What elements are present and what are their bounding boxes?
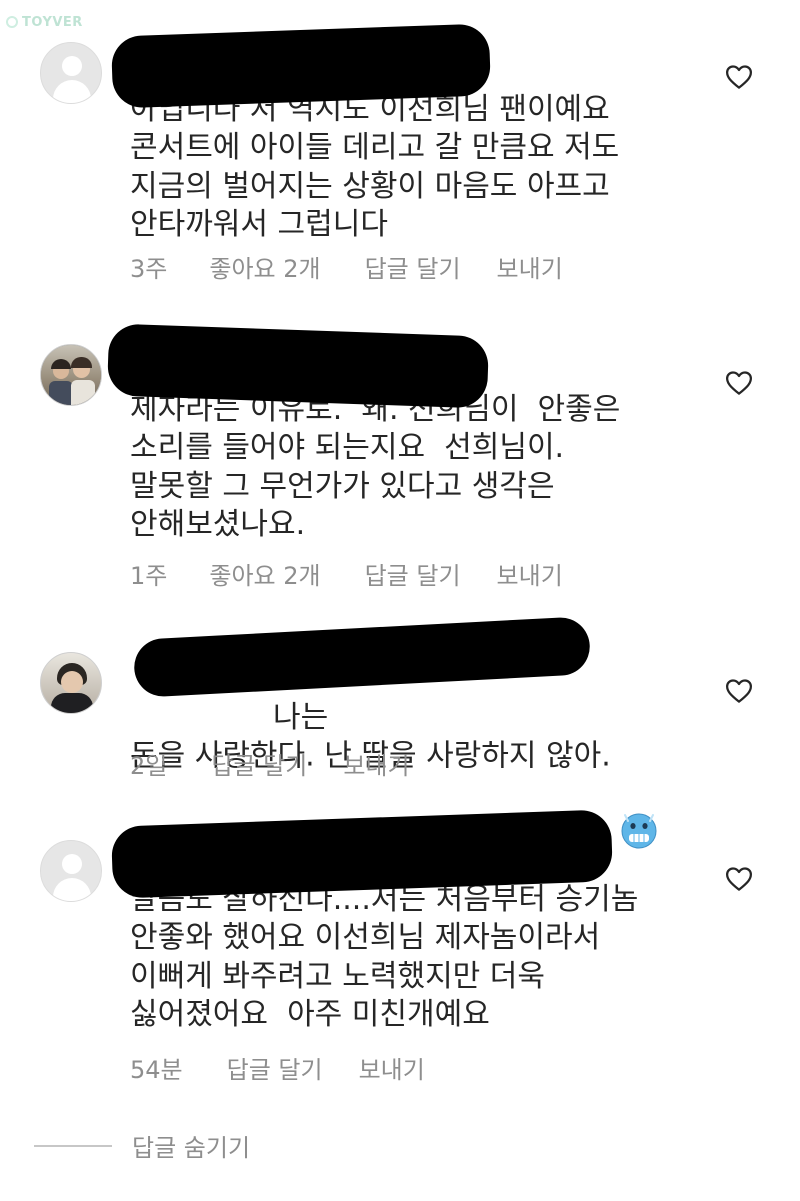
send-button[interactable]: 보내기: [343, 746, 409, 781]
heart-outline-icon[interactable]: [724, 368, 754, 398]
hide-replies-button[interactable]: 답글 숨기기: [132, 1128, 250, 1163]
comment-time: 3주: [130, 254, 168, 283]
user-avatar[interactable]: [40, 652, 102, 714]
send-button[interactable]: 보내기: [497, 556, 563, 591]
reply-button[interactable]: 답글 달기: [365, 249, 461, 284]
heart-outline-icon[interactable]: [724, 864, 754, 894]
logo-icon: [6, 16, 18, 28]
heart-outline-icon[interactable]: [724, 676, 754, 706]
hide-replies-row[interactable]: 답글 숨기기: [34, 1128, 250, 1163]
redaction-mark: [106, 323, 490, 409]
likes-count-link[interactable]: 좋아요 2개: [209, 556, 320, 591]
reply-button[interactable]: 답글 달기: [227, 1050, 323, 1085]
reply-button[interactable]: 답글 달기: [211, 746, 307, 781]
redaction-mark: [110, 23, 492, 109]
comment-time: 1주: [130, 561, 168, 590]
likes-count-link[interactable]: 좋아요 2개: [209, 249, 320, 284]
default-avatar[interactable]: [40, 840, 102, 902]
reply-button[interactable]: 답글 달기: [365, 556, 461, 591]
send-button[interactable]: 보내기: [359, 1050, 425, 1085]
heart-outline-icon[interactable]: [724, 62, 754, 92]
divider-line: [34, 1144, 112, 1147]
default-avatar[interactable]: [40, 42, 102, 104]
watermark-text: TOYVER: [22, 14, 83, 30]
watermark-logo: TOYVER: [6, 12, 83, 32]
cold-face-emoji-icon: [619, 734, 659, 849]
comment-time: 2일: [130, 751, 168, 780]
user-avatar[interactable]: [40, 344, 102, 406]
send-button[interactable]: 보내기: [497, 249, 563, 284]
comment-time: 54분: [130, 1055, 183, 1084]
